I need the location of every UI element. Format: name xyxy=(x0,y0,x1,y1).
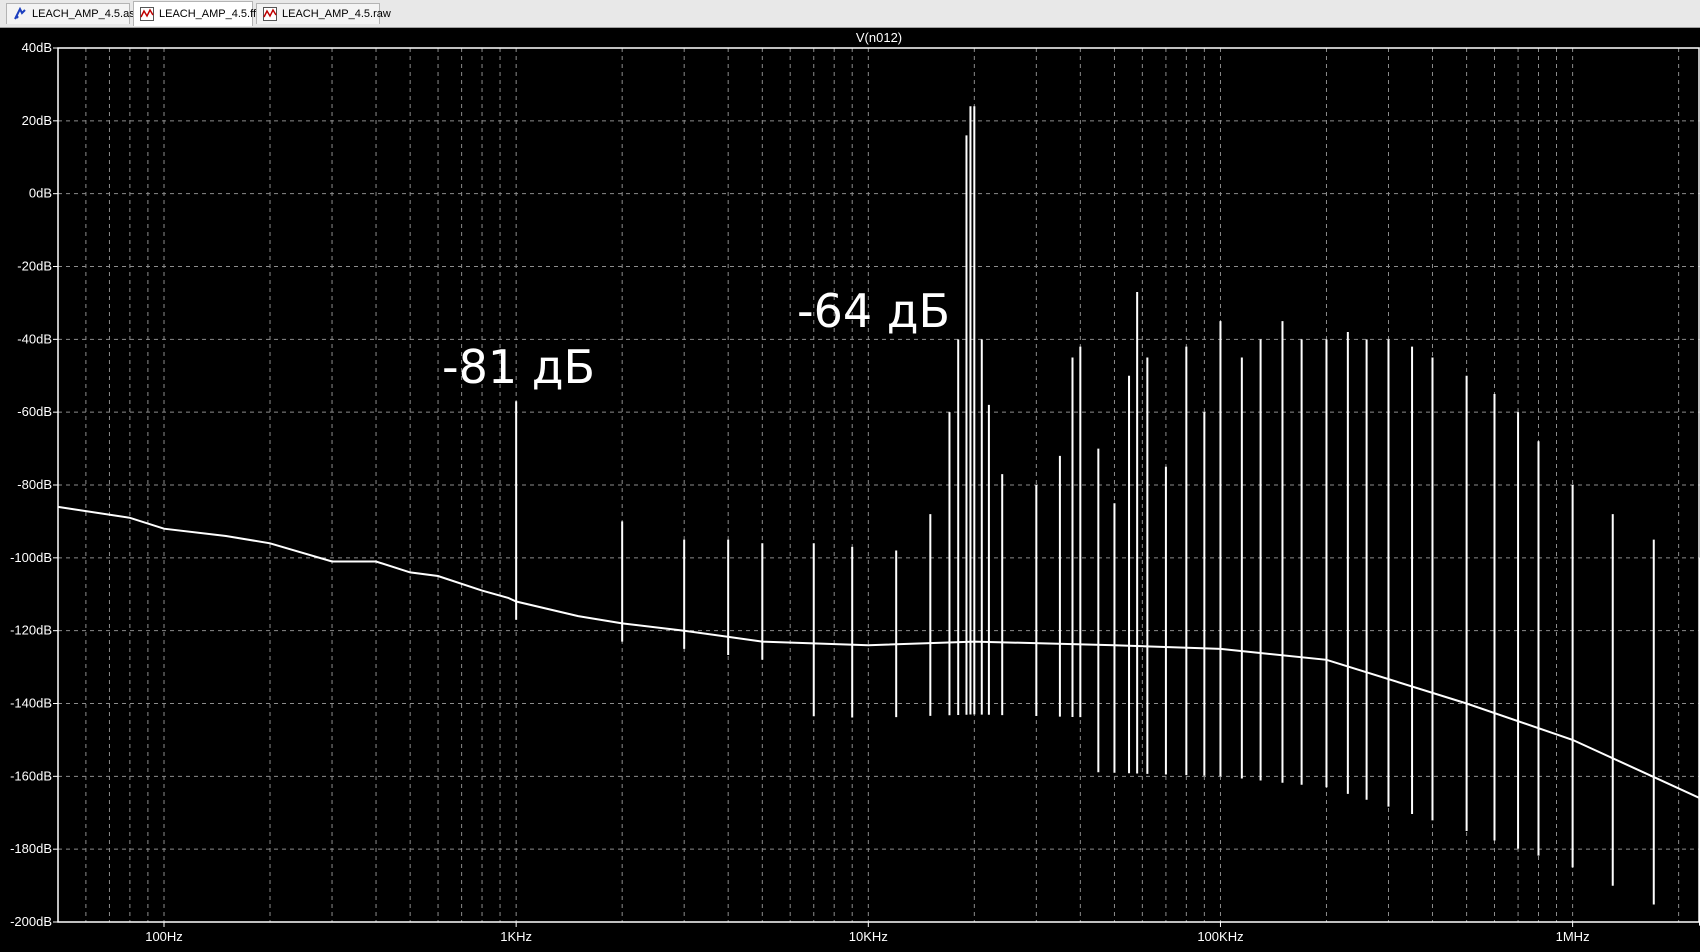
x-tick-label: 1KHz xyxy=(500,929,532,944)
tab-label: LEACH_AMP_4.5.raw xyxy=(282,8,391,20)
y-tick-label: -180dB xyxy=(10,841,52,856)
y-tick-label: -120dB xyxy=(10,623,52,638)
x-tick-label: 1MHz xyxy=(1556,929,1590,944)
y-axis-ticks: 40dB 20dB 0dB -20dB -40dB -60dB -80dB -100dB -12… xyxy=(10,40,58,929)
y-tick-label: -100dB xyxy=(10,550,52,565)
tab-leach-amp-fft[interactable]: LEACH_AMP_4.5.fft xyxy=(133,1,259,26)
y-tick-label: -20dB xyxy=(17,259,52,274)
plot-grid xyxy=(57,47,1700,923)
annotation-1khz: -81 дБ xyxy=(442,340,596,394)
tab-leach-amp-asc[interactable]: LEACH_AMP_4.5.asc xyxy=(6,3,140,24)
tab-label: LEACH_AMP_4.5.asc xyxy=(32,8,141,20)
y-tick-label: -40dB xyxy=(17,331,52,346)
y-tick-label: -200dB xyxy=(10,914,52,929)
tab-label: LEACH_AMP_4.5.fft xyxy=(159,8,260,20)
y-tick-label: -80dB xyxy=(17,477,52,492)
trace-baseline xyxy=(57,505,1700,800)
y-tick-label: 20dB xyxy=(22,113,52,128)
schematic-icon xyxy=(13,7,27,21)
x-tick-label: 100KHz xyxy=(1197,929,1243,944)
document-tab-bar: LEACH_AMP_4.5.asc LEACH_AMP_4.5.fft LEAC… xyxy=(0,0,1700,28)
y-tick-label: 40dB xyxy=(22,40,52,55)
trace-title[interactable]: V(n012) xyxy=(58,30,1700,45)
y-tick-label: -140dB xyxy=(10,696,52,711)
x-axis-ticks: 100Hz 1KHz 10KHz 100KHz 1MHz xyxy=(145,922,1590,944)
x-tick-label: 100Hz xyxy=(145,929,183,944)
y-tick-label: 0dB xyxy=(29,186,52,201)
waveform-icon xyxy=(263,7,277,21)
tab-leach-amp-raw[interactable]: LEACH_AMP_4.5.raw xyxy=(256,3,391,24)
annotation-20khz: -64 дБ xyxy=(797,284,951,338)
trace-v-n012 xyxy=(57,106,1700,926)
y-tick-label: -160dB xyxy=(10,768,52,783)
waveform-icon xyxy=(140,7,154,21)
waveform-viewer[interactable]: 40dB 20dB 0dB -20dB -40dB -60dB -80dB -100dB -12… xyxy=(0,28,1700,952)
x-tick-label: 10KHz xyxy=(849,929,888,944)
fft-plot[interactable]: 40dB 20dB 0dB -20dB -40dB -60dB -80dB -100dB -12… xyxy=(0,28,1700,952)
y-tick-label: -60dB xyxy=(17,404,52,419)
